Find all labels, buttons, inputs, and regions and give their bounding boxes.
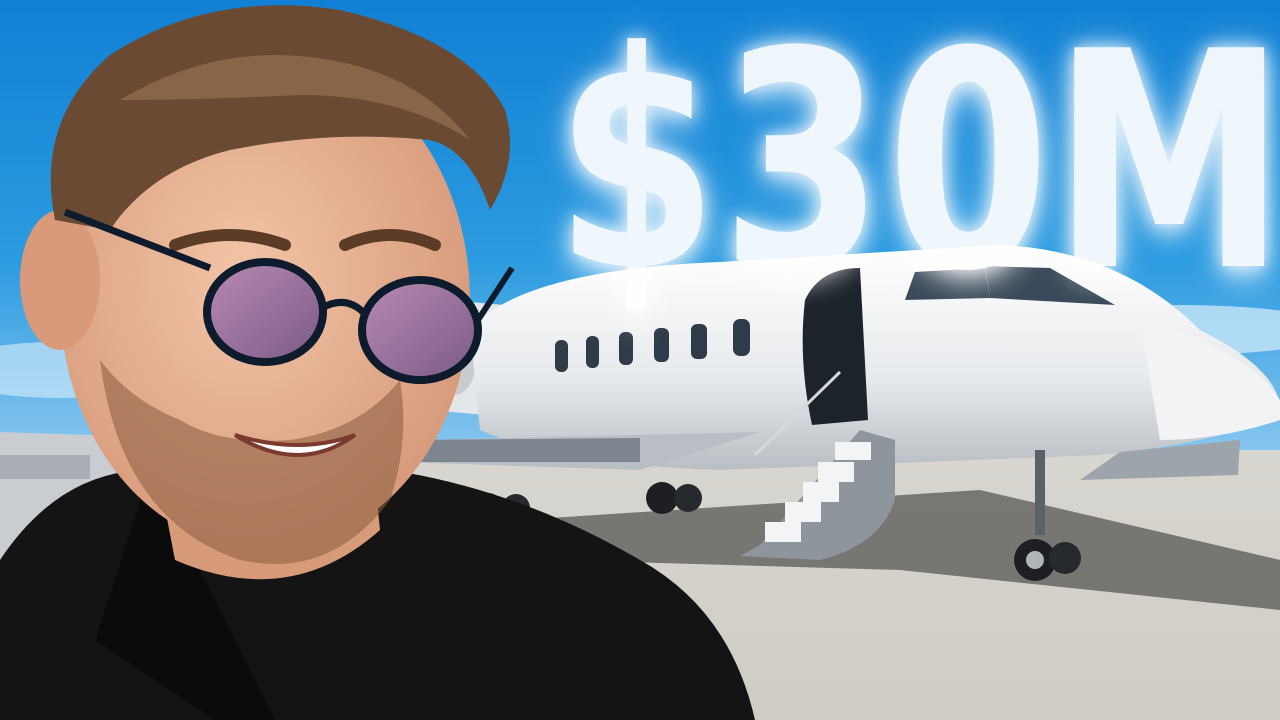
cabin-window xyxy=(555,340,568,372)
ear xyxy=(20,210,100,350)
thumbnail-scene: $30M xyxy=(0,0,1280,720)
price-headline: $30M xyxy=(555,0,1280,337)
cabin-window xyxy=(586,336,599,368)
